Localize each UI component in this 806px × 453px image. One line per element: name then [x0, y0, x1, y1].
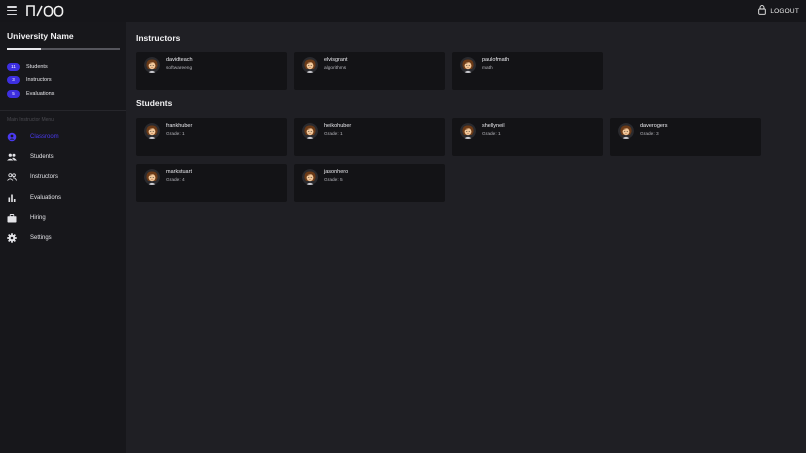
sidebar-item-label: Settings: [30, 235, 52, 241]
students-heading: Students: [136, 98, 173, 108]
instructor-card[interactable]: elvisgrant algorithms: [294, 52, 445, 90]
sidebar-item-hiring[interactable]: Hiring: [0, 211, 126, 225]
bar-chart-icon: [7, 193, 17, 203]
stat-label: Evaluations: [26, 90, 55, 97]
sidebar-item-label: Students: [30, 154, 54, 160]
stat-label: Students: [26, 63, 48, 70]
sidebar-item-label: Evaluations: [30, 195, 62, 201]
student-grade: Grade: 3: [640, 132, 659, 137]
stat-instructors[interactable]: 3 Instructors: [7, 75, 52, 84]
instructor-name: davidteach: [166, 57, 193, 63]
student-card[interactable]: daverogers Grade: 3: [610, 118, 761, 156]
instructor-subject: algorithms: [324, 66, 347, 71]
progress-bar: [7, 48, 120, 50]
sidebar-item-settings[interactable]: Settings: [0, 231, 126, 245]
stat-evaluations[interactable]: 5 Evaluations: [7, 89, 54, 98]
student-name: shellyneil: [482, 123, 505, 129]
student-name: daverogers: [640, 123, 668, 129]
lock-icon: [758, 5, 767, 17]
avatar: [144, 57, 160, 73]
sidebar-item-instructors[interactable]: Instructors: [0, 170, 126, 184]
university-name: University Name: [7, 31, 74, 41]
top-bar: LOGOUT: [0, 0, 806, 22]
student-card[interactable]: markstuart Grade: 4: [136, 164, 287, 202]
student-grade: Grade: 1: [482, 132, 501, 137]
student-card[interactable]: frankhuber Grade: 1: [136, 118, 287, 156]
instructors-icon: [7, 172, 17, 182]
instructors-count-badge: 3: [7, 75, 20, 84]
student-grade: Grade: 5: [324, 178, 343, 183]
student-card[interactable]: jasonhero Grade: 5: [294, 164, 445, 202]
instructor-subject: math: [482, 66, 493, 71]
student-grade: Grade: 4: [166, 178, 185, 183]
student-grade: Grade: 1: [166, 132, 185, 137]
instructor-name: elvisgrant: [324, 57, 348, 63]
hamburger-menu-icon[interactable]: [7, 6, 17, 15]
avatar: [460, 123, 476, 139]
main-content: Instructors davidteach softwareeng elvis…: [126, 22, 806, 453]
sidebar-divider: [0, 110, 126, 111]
sidebar-item-label: Classroom: [30, 134, 59, 140]
app-logo[interactable]: [26, 3, 64, 19]
avatar: [302, 169, 318, 185]
sidebar-item-classroom[interactable]: Classroom: [0, 130, 126, 144]
avatar: [460, 57, 476, 73]
evaluations-count-badge: 5: [7, 89, 20, 98]
sidebar-item-students[interactable]: Students: [0, 150, 126, 164]
classroom-icon: [7, 132, 17, 142]
logout-button[interactable]: LOGOUT: [758, 5, 799, 17]
sidebar-item-evaluations[interactable]: Evaluations: [0, 191, 126, 205]
student-name: jasonhero: [324, 169, 349, 175]
sidebar: University Name 11 Students 3 Instructor…: [0, 22, 126, 453]
sidebar-item-label: Instructors: [30, 174, 59, 180]
avatar: [144, 123, 160, 139]
menu-heading: Main Instructor Menu: [7, 117, 54, 123]
student-card[interactable]: shellyneil Grade: 1: [452, 118, 603, 156]
students-icon: [7, 152, 17, 162]
avatar: [302, 123, 318, 139]
instructor-card[interactable]: paulofmath math: [452, 52, 603, 90]
progress-bar-fill: [7, 48, 41, 50]
briefcase-icon: [7, 213, 17, 223]
student-grade: Grade: 1: [324, 132, 343, 137]
student-name: frankhuber: [166, 123, 193, 129]
student-card[interactable]: heikohuber Grade: 1: [294, 118, 445, 156]
stat-students[interactable]: 11 Students: [7, 62, 48, 71]
stat-label: Instructors: [26, 76, 52, 83]
sidebar-item-label: Hiring: [30, 215, 46, 221]
students-count-badge: 11: [7, 62, 20, 71]
student-name: markstuart: [166, 169, 192, 175]
instructor-card[interactable]: davidteach softwareeng: [136, 52, 287, 90]
instructor-name: paulofmath: [482, 57, 510, 63]
instructor-subject: softwareeng: [166, 66, 193, 71]
logout-label: LOGOUT: [770, 7, 799, 15]
gear-icon: [7, 233, 17, 243]
student-name: heikohuber: [324, 123, 352, 129]
avatar: [618, 123, 634, 139]
avatar: [144, 169, 160, 185]
avatar: [302, 57, 318, 73]
instructors-heading: Instructors: [136, 33, 181, 43]
